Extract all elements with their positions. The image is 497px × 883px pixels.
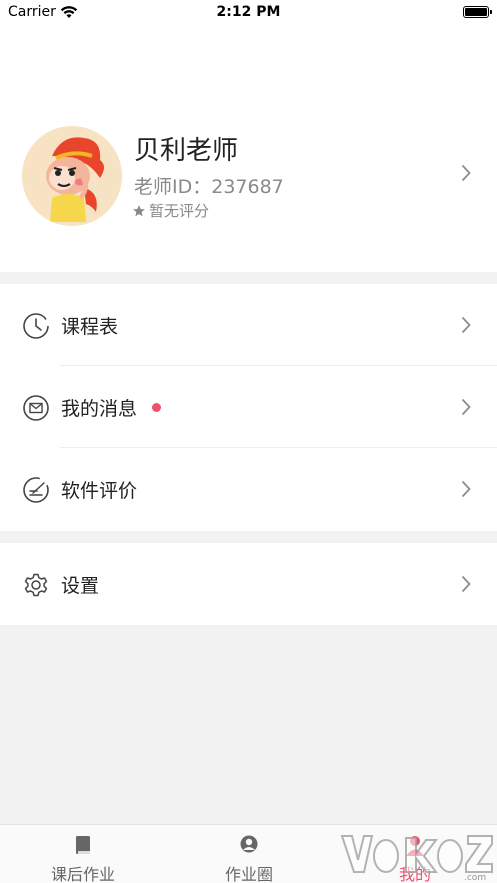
clock-icon bbox=[23, 313, 49, 339]
chevron-right-icon[interactable] bbox=[461, 164, 471, 182]
pencil-edit-icon bbox=[23, 477, 49, 503]
rating-text: 暂无评分 bbox=[149, 202, 210, 220]
menu-item-settings[interactable]: 设置 bbox=[0, 543, 497, 625]
menu-label-rate-app: 软件评价 bbox=[61, 480, 138, 502]
menu-group-main: 课程表 我的消息 软件评价 bbox=[0, 284, 497, 531]
menu-item-schedule[interactable]: 课程表 bbox=[0, 284, 497, 366]
chevron-right-icon bbox=[461, 316, 471, 334]
profile-card[interactable]: 贝利老师 老师ID：237687 暂无评分 bbox=[0, 26, 497, 272]
tab-label-homework-circle: 作业圈 bbox=[224, 865, 273, 883]
tab-label-homework: 课后作业 bbox=[50, 865, 115, 883]
status-bar: Carrier 2:12 PM bbox=[0, 0, 497, 26]
envelope-icon bbox=[23, 395, 49, 421]
book-icon bbox=[76, 836, 90, 854]
tab-homework-circle[interactable]: 作业圈 bbox=[166, 825, 332, 883]
gear-icon bbox=[24, 573, 48, 597]
battery-icon bbox=[463, 6, 492, 18]
menu-group-settings: 设置 bbox=[0, 543, 497, 625]
chevron-right-icon bbox=[461, 398, 471, 416]
tab-homework[interactable]: 课后作业 bbox=[0, 825, 166, 883]
watermark-logo: .com bbox=[340, 835, 493, 882]
menu-label-messages: 我的消息 bbox=[61, 398, 138, 420]
teacher-id: 老师ID：237687 bbox=[134, 176, 284, 198]
chevron-right-icon bbox=[461, 575, 471, 593]
chevron-right-icon bbox=[461, 480, 471, 498]
rating: 暂无评分 bbox=[132, 200, 209, 221]
avatar[interactable] bbox=[22, 126, 122, 226]
menu-item-messages[interactable]: 我的消息 bbox=[0, 366, 497, 448]
menu-label-settings: 设置 bbox=[61, 575, 100, 597]
unread-dot bbox=[152, 403, 161, 412]
svg-text:.com: .com bbox=[464, 873, 486, 882]
star-icon bbox=[133, 204, 145, 216]
teacher-name: 贝利老师 bbox=[134, 136, 239, 166]
people-icon bbox=[240, 835, 258, 853]
monkey-avatar-icon bbox=[22, 126, 122, 226]
status-time: 2:12 PM bbox=[216, 4, 281, 20]
menu-label-schedule: 课程表 bbox=[61, 316, 119, 338]
menu-item-rate-app[interactable]: 软件评价 bbox=[0, 448, 497, 530]
